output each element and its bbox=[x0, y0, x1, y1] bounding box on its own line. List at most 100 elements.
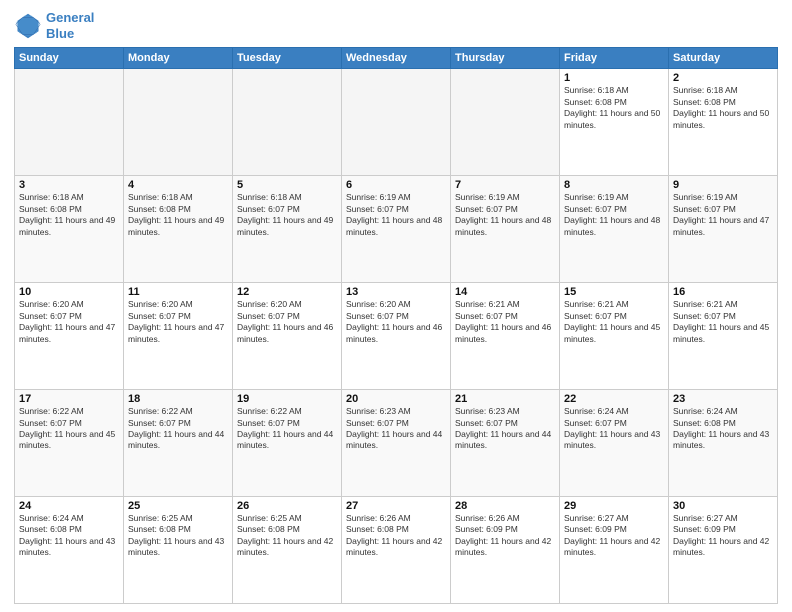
day-number: 14 bbox=[455, 286, 555, 298]
weekday-header-saturday: Saturday bbox=[669, 48, 778, 69]
day-detail: Sunrise: 6:22 AM Sunset: 6:07 PM Dayligh… bbox=[19, 406, 119, 452]
day-cell: 20Sunrise: 6:23 AM Sunset: 6:07 PM Dayli… bbox=[342, 390, 451, 497]
day-cell: 17Sunrise: 6:22 AM Sunset: 6:07 PM Dayli… bbox=[15, 390, 124, 497]
day-number: 17 bbox=[19, 393, 119, 405]
day-cell: 13Sunrise: 6:20 AM Sunset: 6:07 PM Dayli… bbox=[342, 283, 451, 390]
day-cell: 9Sunrise: 6:19 AM Sunset: 6:07 PM Daylig… bbox=[669, 176, 778, 283]
day-detail: Sunrise: 6:20 AM Sunset: 6:07 PM Dayligh… bbox=[237, 299, 337, 345]
day-number: 11 bbox=[128, 286, 228, 298]
day-detail: Sunrise: 6:19 AM Sunset: 6:07 PM Dayligh… bbox=[455, 192, 555, 238]
day-number: 24 bbox=[19, 500, 119, 512]
day-cell: 4Sunrise: 6:18 AM Sunset: 6:08 PM Daylig… bbox=[124, 176, 233, 283]
day-number: 28 bbox=[455, 500, 555, 512]
day-detail: Sunrise: 6:18 AM Sunset: 6:08 PM Dayligh… bbox=[128, 192, 228, 238]
week-row-3: 10Sunrise: 6:20 AM Sunset: 6:07 PM Dayli… bbox=[15, 283, 778, 390]
day-number: 7 bbox=[455, 179, 555, 191]
day-number: 19 bbox=[237, 393, 337, 405]
day-detail: Sunrise: 6:20 AM Sunset: 6:07 PM Dayligh… bbox=[346, 299, 446, 345]
weekday-header-tuesday: Tuesday bbox=[233, 48, 342, 69]
day-cell: 18Sunrise: 6:22 AM Sunset: 6:07 PM Dayli… bbox=[124, 390, 233, 497]
day-detail: Sunrise: 6:24 AM Sunset: 6:08 PM Dayligh… bbox=[19, 513, 119, 559]
day-detail: Sunrise: 6:18 AM Sunset: 6:08 PM Dayligh… bbox=[19, 192, 119, 238]
day-cell bbox=[233, 69, 342, 176]
day-number: 25 bbox=[128, 500, 228, 512]
weekday-header-thursday: Thursday bbox=[451, 48, 560, 69]
weekday-header-friday: Friday bbox=[560, 48, 669, 69]
day-detail: Sunrise: 6:22 AM Sunset: 6:07 PM Dayligh… bbox=[237, 406, 337, 452]
day-cell: 14Sunrise: 6:21 AM Sunset: 6:07 PM Dayli… bbox=[451, 283, 560, 390]
day-detail: Sunrise: 6:25 AM Sunset: 6:08 PM Dayligh… bbox=[128, 513, 228, 559]
day-detail: Sunrise: 6:20 AM Sunset: 6:07 PM Dayligh… bbox=[128, 299, 228, 345]
week-row-5: 24Sunrise: 6:24 AM Sunset: 6:08 PM Dayli… bbox=[15, 497, 778, 604]
day-number: 27 bbox=[346, 500, 446, 512]
day-detail: Sunrise: 6:25 AM Sunset: 6:08 PM Dayligh… bbox=[237, 513, 337, 559]
logo-icon bbox=[14, 12, 42, 40]
day-cell: 19Sunrise: 6:22 AM Sunset: 6:07 PM Dayli… bbox=[233, 390, 342, 497]
day-number: 30 bbox=[673, 500, 773, 512]
day-number: 23 bbox=[673, 393, 773, 405]
day-cell: 2Sunrise: 6:18 AM Sunset: 6:08 PM Daylig… bbox=[669, 69, 778, 176]
day-number: 4 bbox=[128, 179, 228, 191]
day-number: 10 bbox=[19, 286, 119, 298]
day-cell: 8Sunrise: 6:19 AM Sunset: 6:07 PM Daylig… bbox=[560, 176, 669, 283]
day-detail: Sunrise: 6:19 AM Sunset: 6:07 PM Dayligh… bbox=[673, 192, 773, 238]
day-detail: Sunrise: 6:18 AM Sunset: 6:08 PM Dayligh… bbox=[564, 85, 664, 131]
weekday-header-monday: Monday bbox=[124, 48, 233, 69]
day-number: 20 bbox=[346, 393, 446, 405]
day-detail: Sunrise: 6:18 AM Sunset: 6:07 PM Dayligh… bbox=[237, 192, 337, 238]
day-cell: 3Sunrise: 6:18 AM Sunset: 6:08 PM Daylig… bbox=[15, 176, 124, 283]
day-detail: Sunrise: 6:21 AM Sunset: 6:07 PM Dayligh… bbox=[455, 299, 555, 345]
page: General Blue SundayMondayTuesdayWednesda… bbox=[0, 0, 792, 612]
logo: General Blue bbox=[14, 10, 94, 41]
day-cell: 29Sunrise: 6:27 AM Sunset: 6:09 PM Dayli… bbox=[560, 497, 669, 604]
day-number: 6 bbox=[346, 179, 446, 191]
day-cell: 15Sunrise: 6:21 AM Sunset: 6:07 PM Dayli… bbox=[560, 283, 669, 390]
header: General Blue bbox=[14, 10, 778, 41]
week-row-2: 3Sunrise: 6:18 AM Sunset: 6:08 PM Daylig… bbox=[15, 176, 778, 283]
day-cell: 16Sunrise: 6:21 AM Sunset: 6:07 PM Dayli… bbox=[669, 283, 778, 390]
day-detail: Sunrise: 6:27 AM Sunset: 6:09 PM Dayligh… bbox=[564, 513, 664, 559]
day-detail: Sunrise: 6:26 AM Sunset: 6:09 PM Dayligh… bbox=[455, 513, 555, 559]
week-row-4: 17Sunrise: 6:22 AM Sunset: 6:07 PM Dayli… bbox=[15, 390, 778, 497]
day-detail: Sunrise: 6:23 AM Sunset: 6:07 PM Dayligh… bbox=[455, 406, 555, 452]
day-number: 13 bbox=[346, 286, 446, 298]
day-cell bbox=[342, 69, 451, 176]
day-detail: Sunrise: 6:24 AM Sunset: 6:08 PM Dayligh… bbox=[673, 406, 773, 452]
day-detail: Sunrise: 6:27 AM Sunset: 6:09 PM Dayligh… bbox=[673, 513, 773, 559]
day-cell: 25Sunrise: 6:25 AM Sunset: 6:08 PM Dayli… bbox=[124, 497, 233, 604]
day-cell: 7Sunrise: 6:19 AM Sunset: 6:07 PM Daylig… bbox=[451, 176, 560, 283]
weekday-header-wednesday: Wednesday bbox=[342, 48, 451, 69]
day-cell: 5Sunrise: 6:18 AM Sunset: 6:07 PM Daylig… bbox=[233, 176, 342, 283]
day-detail: Sunrise: 6:20 AM Sunset: 6:07 PM Dayligh… bbox=[19, 299, 119, 345]
day-detail: Sunrise: 6:21 AM Sunset: 6:07 PM Dayligh… bbox=[673, 299, 773, 345]
day-cell: 6Sunrise: 6:19 AM Sunset: 6:07 PM Daylig… bbox=[342, 176, 451, 283]
day-number: 8 bbox=[564, 179, 664, 191]
day-cell: 24Sunrise: 6:24 AM Sunset: 6:08 PM Dayli… bbox=[15, 497, 124, 604]
day-cell: 27Sunrise: 6:26 AM Sunset: 6:08 PM Dayli… bbox=[342, 497, 451, 604]
day-cell: 21Sunrise: 6:23 AM Sunset: 6:07 PM Dayli… bbox=[451, 390, 560, 497]
day-cell bbox=[451, 69, 560, 176]
day-detail: Sunrise: 6:21 AM Sunset: 6:07 PM Dayligh… bbox=[564, 299, 664, 345]
day-cell: 28Sunrise: 6:26 AM Sunset: 6:09 PM Dayli… bbox=[451, 497, 560, 604]
day-cell: 22Sunrise: 6:24 AM Sunset: 6:07 PM Dayli… bbox=[560, 390, 669, 497]
day-number: 21 bbox=[455, 393, 555, 405]
day-number: 1 bbox=[564, 72, 664, 84]
day-detail: Sunrise: 6:19 AM Sunset: 6:07 PM Dayligh… bbox=[564, 192, 664, 238]
day-number: 16 bbox=[673, 286, 773, 298]
logo-text: General Blue bbox=[46, 10, 94, 41]
day-number: 2 bbox=[673, 72, 773, 84]
day-number: 18 bbox=[128, 393, 228, 405]
calendar-table: SundayMondayTuesdayWednesdayThursdayFrid… bbox=[14, 47, 778, 604]
day-number: 3 bbox=[19, 179, 119, 191]
day-cell bbox=[124, 69, 233, 176]
day-number: 12 bbox=[237, 286, 337, 298]
day-detail: Sunrise: 6:22 AM Sunset: 6:07 PM Dayligh… bbox=[128, 406, 228, 452]
day-cell: 23Sunrise: 6:24 AM Sunset: 6:08 PM Dayli… bbox=[669, 390, 778, 497]
logo-general: General bbox=[46, 10, 94, 25]
day-cell: 30Sunrise: 6:27 AM Sunset: 6:09 PM Dayli… bbox=[669, 497, 778, 604]
day-number: 29 bbox=[564, 500, 664, 512]
day-cell bbox=[15, 69, 124, 176]
day-number: 15 bbox=[564, 286, 664, 298]
logo-blue: Blue bbox=[46, 26, 94, 42]
day-detail: Sunrise: 6:19 AM Sunset: 6:07 PM Dayligh… bbox=[346, 192, 446, 238]
